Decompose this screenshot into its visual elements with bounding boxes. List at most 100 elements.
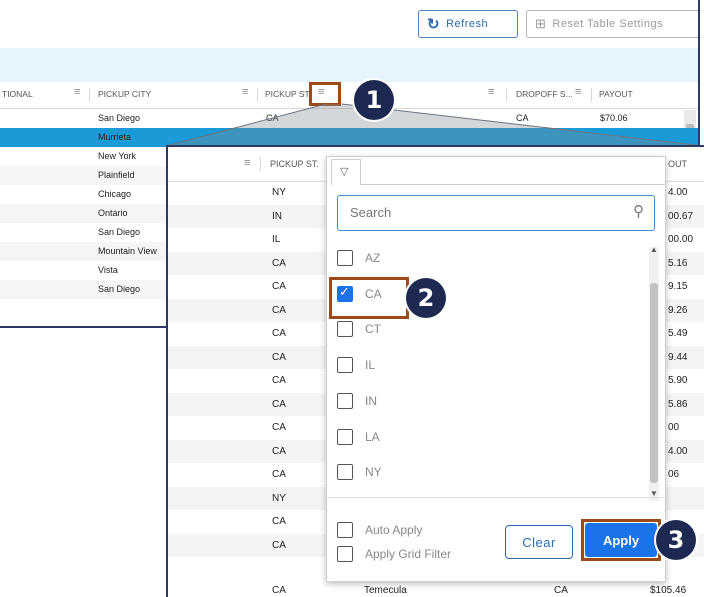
- pickup-state-cell: CA: [272, 304, 286, 316]
- filter-option-la[interactable]: LA: [337, 426, 637, 450]
- pickup-city-cell: San Diego: [98, 227, 141, 237]
- column-header-dropoff-state: DROPOFF S...: [516, 89, 573, 99]
- payout-cell: 00.67: [668, 210, 694, 222]
- refresh-button[interactable]: ↻ Refresh: [418, 10, 518, 38]
- pickup-state-cell: CA: [266, 113, 279, 123]
- checkbox[interactable]: [337, 522, 353, 538]
- column-menu-icon[interactable]: ≡: [242, 86, 248, 98]
- pickup-city-cell: Ontario: [98, 208, 128, 218]
- step-callout-2: 2: [406, 278, 446, 318]
- checkbox[interactable]: [337, 250, 353, 266]
- pickup-state-cell: CA: [272, 281, 286, 292]
- payout-cell: 00.00: [668, 234, 694, 245]
- filter-option-ct[interactable]: CT: [337, 318, 637, 342]
- filter-option-label: IN: [365, 393, 377, 408]
- checkbox[interactable]: [337, 546, 353, 562]
- column-divider: [89, 88, 90, 102]
- pickup-city-cell: Plainfield: [98, 170, 135, 180]
- dropoff-state-cell: CA: [554, 585, 568, 596]
- search-input[interactable]: [348, 204, 612, 221]
- column-divider: [257, 88, 258, 102]
- filter-option-label: NY: [365, 465, 382, 480]
- step-callout-3: 3: [656, 520, 696, 560]
- dropoff-state-cell: CA: [516, 113, 529, 123]
- pickup-state-cell: CA: [272, 398, 286, 410]
- apply-button[interactable]: Apply: [585, 523, 657, 557]
- pickup-state-cell: CA: [272, 422, 286, 433]
- pickup-state-cell: CA: [272, 257, 286, 269]
- pickup-state-menu-icon[interactable]: ≡: [318, 86, 324, 98]
- filter-option-label: IL: [365, 358, 376, 373]
- column-header-pickup-state: PICKUP ST.: [270, 159, 319, 169]
- filter-popup: ▽ ⚲ AZ✓CACTILINLANY ▲ ▼ Auto Apply Apply…: [326, 156, 666, 582]
- pickup-state-cell: CA: [272, 585, 286, 596]
- payout-cell: 06: [668, 469, 680, 480]
- pickup-state-cell: NY: [272, 187, 286, 198]
- payout-cell: 5.86: [668, 398, 688, 410]
- reset-label: Reset Table Settings: [552, 18, 664, 30]
- checkbox[interactable]: [337, 428, 353, 445]
- pickup-city-cell: Temecula: [364, 585, 407, 596]
- column-header-international: TIONAL: [2, 89, 33, 99]
- pickup-state-menu-highlight: [309, 82, 341, 106]
- column-menu-icon[interactable]: ≡: [244, 157, 250, 169]
- column-header-payout: PAYOUT: [599, 89, 633, 99]
- column-header-payout: OUT: [668, 159, 687, 169]
- pickup-city-cell: Vista: [98, 265, 118, 275]
- payout-cell: $105.46: [650, 585, 687, 596]
- pickup-city-cell: New York: [98, 151, 137, 161]
- column-header-pickup-city: PICKUP CITY: [98, 89, 152, 99]
- column-divider: [260, 157, 261, 171]
- search-field[interactable]: ⚲: [337, 195, 655, 231]
- clear-button[interactable]: Clear: [505, 525, 573, 559]
- column-header-pickup-state: PICKUP ST: [265, 89, 310, 99]
- column-divider: [506, 88, 507, 102]
- pickup-city-cell: San Diego: [98, 284, 141, 294]
- pickup-city-cell: San Diego: [98, 113, 141, 123]
- checkbox[interactable]: [337, 392, 353, 409]
- refresh-label: Refresh: [446, 18, 489, 30]
- filter-option-il[interactable]: IL: [337, 354, 637, 378]
- table-row[interactable]: San Diego CA CA $70.06: [0, 109, 698, 128]
- filter-option-in[interactable]: IN: [337, 390, 637, 414]
- pickup-state-cell: CA: [272, 445, 286, 457]
- filter-option-label: LA: [365, 429, 380, 444]
- filter-scrollbar[interactable]: ▲ ▼: [649, 245, 659, 501]
- tab-divider: [361, 184, 665, 185]
- payout-cell: 4.00: [668, 445, 688, 457]
- payout-cell: 4.00: [668, 187, 688, 198]
- grid-header: TIONAL ≡ PICKUP CITY ≡ PICKUP ST ≡ ≡ DRO…: [0, 82, 698, 109]
- checkbox[interactable]: [337, 464, 353, 481]
- auto-apply-label: Auto Apply: [365, 523, 423, 537]
- search-icon: ⚲: [633, 203, 644, 220]
- column-menu-icon[interactable]: ≡: [74, 86, 80, 98]
- pickup-state-cell: IL: [272, 234, 281, 245]
- pickup-city-cell: Mountain View: [98, 246, 157, 256]
- column-menu-icon[interactable]: ≡: [575, 86, 581, 98]
- filter-option-az[interactable]: AZ: [337, 247, 637, 271]
- scroll-up-arrow-icon[interactable]: ▲: [650, 245, 658, 254]
- filter-option-label: CT: [365, 322, 381, 337]
- checkbox[interactable]: [337, 321, 353, 338]
- pickup-state-cell: IN: [272, 210, 282, 222]
- pickup-state-cell: CA: [272, 351, 286, 363]
- table-row[interactable]: CA Temecula CA $105.46: [168, 583, 704, 597]
- payout-cell: 5.49: [668, 328, 688, 339]
- payout-cell: 9.26: [668, 304, 688, 316]
- pickup-state-cell: CA: [272, 469, 286, 480]
- filter-scroll-thumb[interactable]: [650, 283, 658, 483]
- pickup-state-cell: CA: [272, 328, 286, 339]
- payout-cell: $70.06: [600, 113, 628, 123]
- refresh-icon: ↻: [427, 16, 441, 33]
- pickup-state-cell: CA: [272, 539, 286, 551]
- filter-band: [0, 48, 698, 82]
- filter-tab[interactable]: ▽: [331, 159, 361, 185]
- payout-cell: 00: [668, 422, 680, 433]
- payout-cell: 9.44: [668, 351, 688, 363]
- column-menu-icon[interactable]: ≡: [488, 86, 494, 98]
- checkbox[interactable]: [337, 357, 353, 374]
- payout-cell: 5.90: [668, 375, 688, 386]
- filter-option-ny[interactable]: NY: [337, 461, 637, 485]
- pickup-state-cell: CA: [272, 516, 286, 527]
- reset-table-settings-button[interactable]: ⊞ Reset Table Settings: [526, 10, 698, 38]
